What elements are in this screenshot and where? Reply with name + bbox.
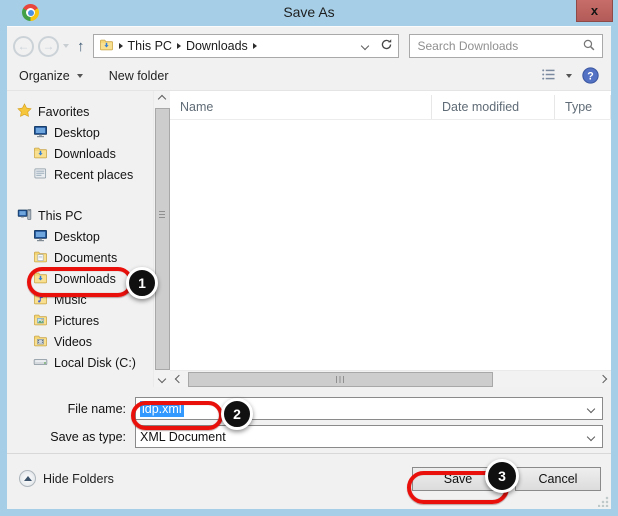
star-icon	[17, 103, 32, 121]
sidebar-group-this-pc[interactable]: This PC	[17, 205, 153, 226]
navigation-bar: ← → ↑ This PC Downloads	[7, 27, 611, 61]
column-header-date-modified[interactable]: Date modified	[431, 95, 554, 119]
sidebar-item-label: Recent places	[54, 167, 134, 182]
file-fields: File name: idp.xml Save as type: XML Doc…	[7, 387, 611, 453]
sidebar-item-label: Local Disk (C:)	[54, 355, 136, 370]
breadcrumb[interactable]: This PC Downloads	[92, 34, 399, 58]
search-icon[interactable]	[582, 38, 596, 55]
search-input[interactable]	[415, 39, 582, 53]
new-folder-label: New folder	[108, 68, 169, 83]
cancel-button[interactable]: Cancel	[515, 466, 601, 491]
breadcrumb-separator-icon	[176, 43, 181, 49]
annotation-ring-downloads	[27, 267, 133, 297]
content-area: Favorites Desktop Downloads Recent place…	[7, 91, 611, 387]
breadcrumb-separator-icon	[118, 43, 123, 49]
sidebar-item-label: Videos	[54, 334, 92, 349]
scroll-left-button[interactable]	[170, 371, 187, 387]
breadcrumb-separator-icon	[252, 43, 257, 49]
sidebar-item-desktop[interactable]: Desktop	[17, 122, 153, 143]
downloads-folder-icon	[33, 145, 48, 163]
sidebar-group-label: This PC	[38, 208, 83, 223]
command-toolbar: Organize New folder ?	[7, 61, 611, 91]
titlebar: Save As x	[0, 0, 618, 26]
refresh-icon[interactable]	[380, 38, 393, 54]
sidebar-item-label: Desktop	[54, 125, 100, 140]
up-one-level-button[interactable]: ↑	[77, 38, 85, 55]
view-options: ?	[541, 67, 599, 84]
sidebar-item-label: Downloads	[54, 146, 116, 161]
view-dropdown-icon[interactable]	[566, 73, 572, 78]
recent-places-icon	[33, 166, 48, 184]
save-as-window: Save As x ← → ↑ This PC Downloads Search…	[0, 0, 618, 516]
sidebar-item-label: Pictures	[54, 313, 100, 328]
downloads-folder-icon	[99, 37, 114, 55]
search-box	[408, 34, 603, 58]
documents-folder-icon	[33, 249, 48, 267]
file-list-empty-area[interactable]	[170, 120, 611, 370]
resize-grip[interactable]	[598, 496, 609, 507]
sidebar-item-documents[interactable]: Documents	[17, 247, 153, 268]
file-name-dropdown-icon[interactable]	[586, 404, 596, 413]
file-name-label: File name:	[67, 401, 126, 416]
close-button[interactable]: x	[576, 0, 613, 22]
column-header-type[interactable]: Type	[554, 95, 611, 119]
collapse-up-icon	[19, 470, 36, 487]
column-header-name[interactable]: Name	[170, 95, 431, 119]
favorites-group: Favorites Desktop Downloads Recent place…	[17, 101, 153, 185]
scroll-up-button[interactable]	[153, 91, 171, 107]
annotation-step-badge-1: 1	[126, 267, 158, 299]
sidebar-item-recent-places[interactable]: Recent places	[17, 164, 153, 185]
vertical-scrollbar[interactable]	[153, 91, 171, 387]
navigation-pane: Favorites Desktop Downloads Recent place…	[7, 91, 153, 387]
sidebar-item-local-disk-c[interactable]: Local Disk (C:)	[17, 352, 153, 373]
disk-drive-icon	[33, 354, 48, 372]
sidebar-item-label: Desktop	[54, 229, 100, 244]
annotation-ring-file-name	[131, 401, 223, 430]
hide-folders-button[interactable]: Hide Folders	[19, 470, 114, 487]
save-as-type-dropdown-icon[interactable]	[586, 432, 596, 441]
annotation-step-badge-2: 2	[221, 398, 253, 430]
view-list-icon[interactable]	[541, 68, 556, 84]
save-as-type-label: Save as type:	[50, 429, 126, 444]
pictures-folder-icon	[33, 312, 48, 330]
horizontal-scrollbar-thumb[interactable]	[188, 371, 493, 387]
new-folder-button[interactable]: New folder	[109, 69, 169, 83]
computer-icon	[17, 207, 32, 225]
sidebar-item-desktop-pc[interactable]: Desktop	[17, 226, 153, 247]
breadcrumb-item-downloads[interactable]: Downloads	[186, 39, 248, 53]
desktop-folder-icon	[33, 228, 48, 246]
hide-folders-label: Hide Folders	[43, 471, 114, 486]
organize-label: Organize	[19, 68, 70, 83]
forward-button[interactable]: →	[38, 35, 59, 57]
sidebar-group-label: Favorites	[38, 104, 90, 119]
help-icon[interactable]: ?	[582, 67, 599, 84]
sidebar-item-label: Documents	[54, 250, 118, 265]
breadcrumb-item-this-pc[interactable]: This PC	[128, 39, 172, 53]
chrome-logo-icon	[22, 4, 39, 21]
svg-text:?: ?	[587, 70, 593, 82]
horizontal-scrollbar[interactable]	[170, 370, 611, 387]
scroll-right-button[interactable]	[594, 371, 611, 387]
sidebar-item-pictures[interactable]: Pictures	[17, 310, 153, 331]
videos-folder-icon	[33, 333, 48, 351]
file-list-pane: Name Date modified Type	[170, 91, 611, 387]
close-icon: x	[590, 3, 599, 18]
sidebar-item-downloads-fav[interactable]: Downloads	[17, 143, 153, 164]
sidebar-group-favorites[interactable]: Favorites	[17, 101, 153, 122]
scroll-down-button[interactable]	[153, 371, 171, 387]
chevron-down-icon	[76, 73, 83, 78]
history-dropdown-icon[interactable]	[63, 44, 69, 48]
save-as-type-value: XML Document	[140, 429, 226, 444]
window-title: Save As	[283, 4, 335, 20]
address-dropdown-icon[interactable]	[360, 41, 369, 51]
column-headers: Name Date modified Type	[170, 95, 611, 120]
back-button[interactable]: ←	[13, 35, 34, 57]
organize-button[interactable]: Organize	[19, 69, 83, 83]
vertical-scrollbar-thumb[interactable]	[154, 108, 170, 370]
annotation-step-badge-3: 3	[485, 459, 519, 493]
sidebar-item-videos[interactable]: Videos	[17, 331, 153, 352]
desktop-icon	[33, 124, 48, 142]
dialog-footer: Hide Folders Save Cancel	[7, 453, 611, 509]
